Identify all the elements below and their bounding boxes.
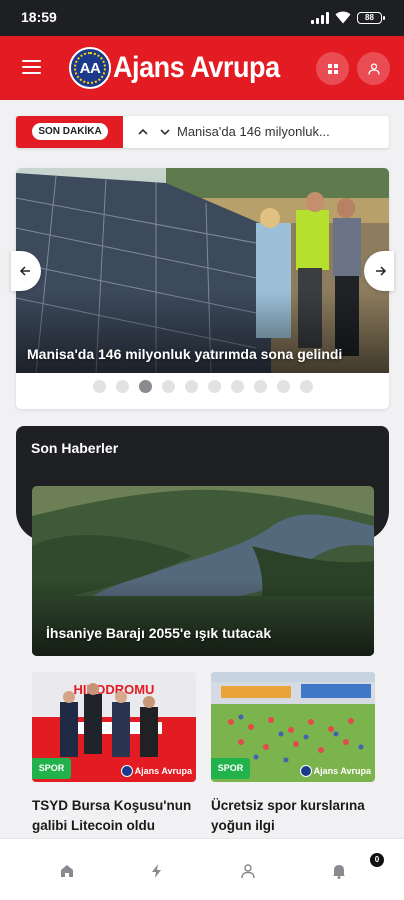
slider-dots — [16, 380, 389, 393]
logo-badge-text: AA — [79, 59, 101, 77]
chevron-down-icon[interactable] — [157, 122, 173, 142]
news-card-image[interactable]: SPOR Ajans Avrupa — [211, 672, 375, 782]
notification-badge: 0 — [370, 853, 384, 867]
logo-mini-icon — [299, 765, 312, 777]
logo[interactable]: AA Ajans Avrupa — [69, 47, 298, 89]
watermark-text: Ajans Avrupa — [134, 766, 192, 776]
slider-dot[interactable] — [299, 380, 313, 393]
ticker-label-area: SON DAKİKA — [16, 116, 123, 148]
slider-dot[interactable] — [115, 380, 129, 393]
slider-dot[interactable] — [276, 380, 290, 393]
menu-icon[interactable] — [22, 60, 41, 74]
slider-dot[interactable] — [161, 380, 175, 393]
home-icon[interactable] — [58, 862, 76, 880]
app-bar: AA Ajans Avrupa — [0, 36, 404, 100]
status-icons: 88 — [311, 11, 385, 24]
category-badge[interactable]: SPOR — [211, 758, 250, 779]
arrow-right-icon — [375, 266, 386, 276]
section-title: Son Haberler — [31, 440, 119, 456]
news-card-title[interactable]: TSYD Bursa Koşusu'nun galibi Litecoin ol… — [32, 796, 196, 836]
slider-dot[interactable] — [230, 380, 244, 393]
watermark: Ajans Avrupa — [120, 764, 192, 778]
slide-image[interactable] — [16, 168, 389, 373]
breaking-news-label: SON DAKİKA — [32, 123, 108, 140]
slider-dot[interactable] — [184, 380, 198, 393]
grid-icon — [327, 63, 338, 74]
category-badge[interactable]: SPOR — [32, 758, 71, 779]
news-card[interactable]: HIPODROMU SPOR Ajans Avrupa TSYD Bursa K… — [32, 672, 196, 836]
slider-dot[interactable] — [92, 380, 106, 393]
featured-news-card[interactable]: İhsaniye Barajı 2055'e ışık tutacak — [32, 486, 374, 656]
grid-menu-button[interactable] — [316, 52, 349, 85]
news-card[interactable]: SPOR Ajans Avrupa Ücretsiz spor kursları… — [211, 672, 375, 836]
news-card-title[interactable]: Ücretsiz spor kurslarına yoğun ilgi — [211, 796, 375, 836]
status-time: 18:59 — [21, 9, 57, 25]
battery-icon: 88 — [357, 11, 385, 24]
battery-level: 88 — [365, 12, 374, 22]
slider-dot[interactable] — [207, 380, 221, 393]
headline-slider[interactable]: Manisa'da 146 milyonluk yatırımda sona g… — [16, 168, 389, 409]
logo-mini-icon — [120, 765, 133, 777]
featured-news-title[interactable]: İhsaniye Barajı 2055'e ışık tutacak — [46, 625, 271, 641]
bottom-navigation: 0 — [0, 838, 404, 900]
user-icon — [367, 62, 380, 75]
arrow-left-icon — [19, 266, 30, 276]
logo-text: Ajans Avrupa — [113, 51, 280, 84]
wifi-icon — [335, 11, 351, 24]
breaking-news-ticker[interactable]: SON DAKİKA Manisa'da 146 milyonluk... — [16, 116, 389, 148]
slider-dot[interactable] — [253, 380, 267, 393]
ticker-headline[interactable]: Manisa'da 146 milyonluk... — [177, 124, 330, 139]
logo-badge: AA — [69, 47, 111, 89]
profile-button[interactable] — [357, 52, 390, 85]
news-card-image[interactable]: HIPODROMU SPOR Ajans Avrupa — [32, 672, 196, 782]
bell-icon[interactable] — [330, 862, 348, 880]
flash-icon[interactable] — [148, 862, 166, 880]
chevron-up-icon[interactable] — [135, 122, 151, 142]
status-bar: 18:59 88 — [0, 0, 404, 36]
profile-icon[interactable] — [239, 862, 257, 880]
slider-dot[interactable] — [138, 380, 152, 393]
watermark-text: Ajans Avrupa — [313, 766, 371, 776]
watermark: Ajans Avrupa — [299, 764, 371, 778]
slide-caption[interactable]: Manisa'da 146 milyonluk yatırımda sona g… — [27, 346, 342, 362]
signal-icon — [311, 11, 329, 24]
